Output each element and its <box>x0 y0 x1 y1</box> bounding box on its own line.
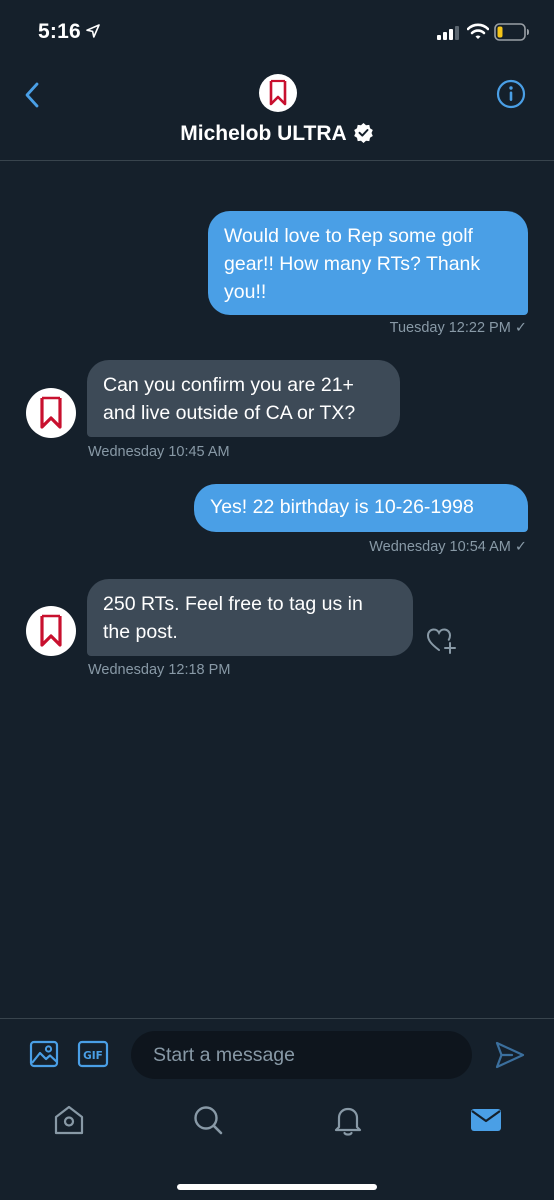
message-timestamp: Wednesday 12:18 PM <box>88 662 231 678</box>
outgoing-message-bubble[interactable]: Would love to Rep some golf gear!! How m… <box>208 211 528 315</box>
home-indicator[interactable] <box>177 1184 377 1190</box>
info-button[interactable] <box>496 79 526 109</box>
heart-plus-icon <box>426 628 456 654</box>
message-line: Can you confirm you are 21+ <box>103 374 354 396</box>
cellular-signal-icon <box>437 26 459 40</box>
verified-badge-icon <box>353 123 373 143</box>
status-bar: 5:16 <box>0 0 554 64</box>
message-line: you!! <box>224 281 267 303</box>
status-time: 5:16 <box>38 20 81 43</box>
send-button[interactable] <box>494 1039 526 1071</box>
dm-conversation-screen: 5:16 Michelob ULTRA Would love to Rep so… <box>0 0 554 1200</box>
message-line: gear!! How many RTs? Thank <box>224 253 481 275</box>
gif-icon: GIF <box>77 1040 109 1068</box>
tab-messages[interactable] <box>469 1103 503 1137</box>
contact-name-text: Michelob ULTRA <box>180 122 347 145</box>
add-reaction-button[interactable] <box>426 625 458 655</box>
search-icon <box>194 1106 223 1135</box>
message-line: the post. <box>103 621 178 643</box>
add-photo-button[interactable] <box>29 1039 59 1069</box>
tab-search[interactable] <box>191 1103 225 1137</box>
message-timestamp: Tuesday 12:22 PM ✓ <box>389 320 527 336</box>
notifications-bell-icon <box>334 1107 362 1136</box>
contact-avatar[interactable] <box>26 388 76 438</box>
message-composer: GIF <box>0 1018 554 1091</box>
svg-text:GIF: GIF <box>83 1050 103 1062</box>
home-icon <box>54 1105 84 1135</box>
michelob-ultra-logo-icon <box>40 396 62 429</box>
incoming-message-bubble[interactable]: Can you confirm you are 21+ and live out… <box>87 360 400 437</box>
back-button[interactable] <box>18 80 48 110</box>
contact-avatar[interactable] <box>26 606 76 656</box>
conversation-header: Michelob ULTRA <box>0 64 554 161</box>
message-line: Would love to Rep some golf <box>224 225 473 247</box>
michelob-ultra-logo-icon <box>40 614 62 647</box>
message-input[interactable] <box>131 1031 472 1079</box>
wifi-icon <box>467 23 489 39</box>
contact-avatar[interactable] <box>259 74 297 112</box>
message-timestamp: Wednesday 10:54 AM ✓ <box>369 539 527 555</box>
message-line: 250 RTs. Feel free to tag us in <box>103 593 363 615</box>
image-icon <box>29 1040 59 1068</box>
messages-mail-icon <box>471 1109 501 1131</box>
message-line: and live outside of CA or TX? <box>103 402 356 424</box>
outgoing-message-bubble[interactable]: Yes! 22 birthday is 10-26-1998 <box>194 484 528 532</box>
location-arrow-icon <box>86 24 100 38</box>
message-timestamp: Wednesday 10:45 AM <box>88 444 230 460</box>
chevron-left-icon <box>25 82 39 108</box>
battery-low-icon <box>494 23 529 41</box>
send-icon <box>495 1041 525 1069</box>
tab-home[interactable] <box>52 1103 86 1137</box>
contact-name[interactable]: Michelob ULTRA <box>0 122 554 146</box>
message-line: Yes! 22 birthday is 10-26-1998 <box>210 496 474 518</box>
tab-notifications[interactable] <box>331 1103 365 1137</box>
incoming-message-bubble[interactable]: 250 RTs. Feel free to tag us in the post… <box>87 579 413 656</box>
michelob-ultra-logo-icon <box>269 79 287 106</box>
add-gif-button[interactable]: GIF <box>77 1039 109 1069</box>
info-icon <box>496 79 526 109</box>
